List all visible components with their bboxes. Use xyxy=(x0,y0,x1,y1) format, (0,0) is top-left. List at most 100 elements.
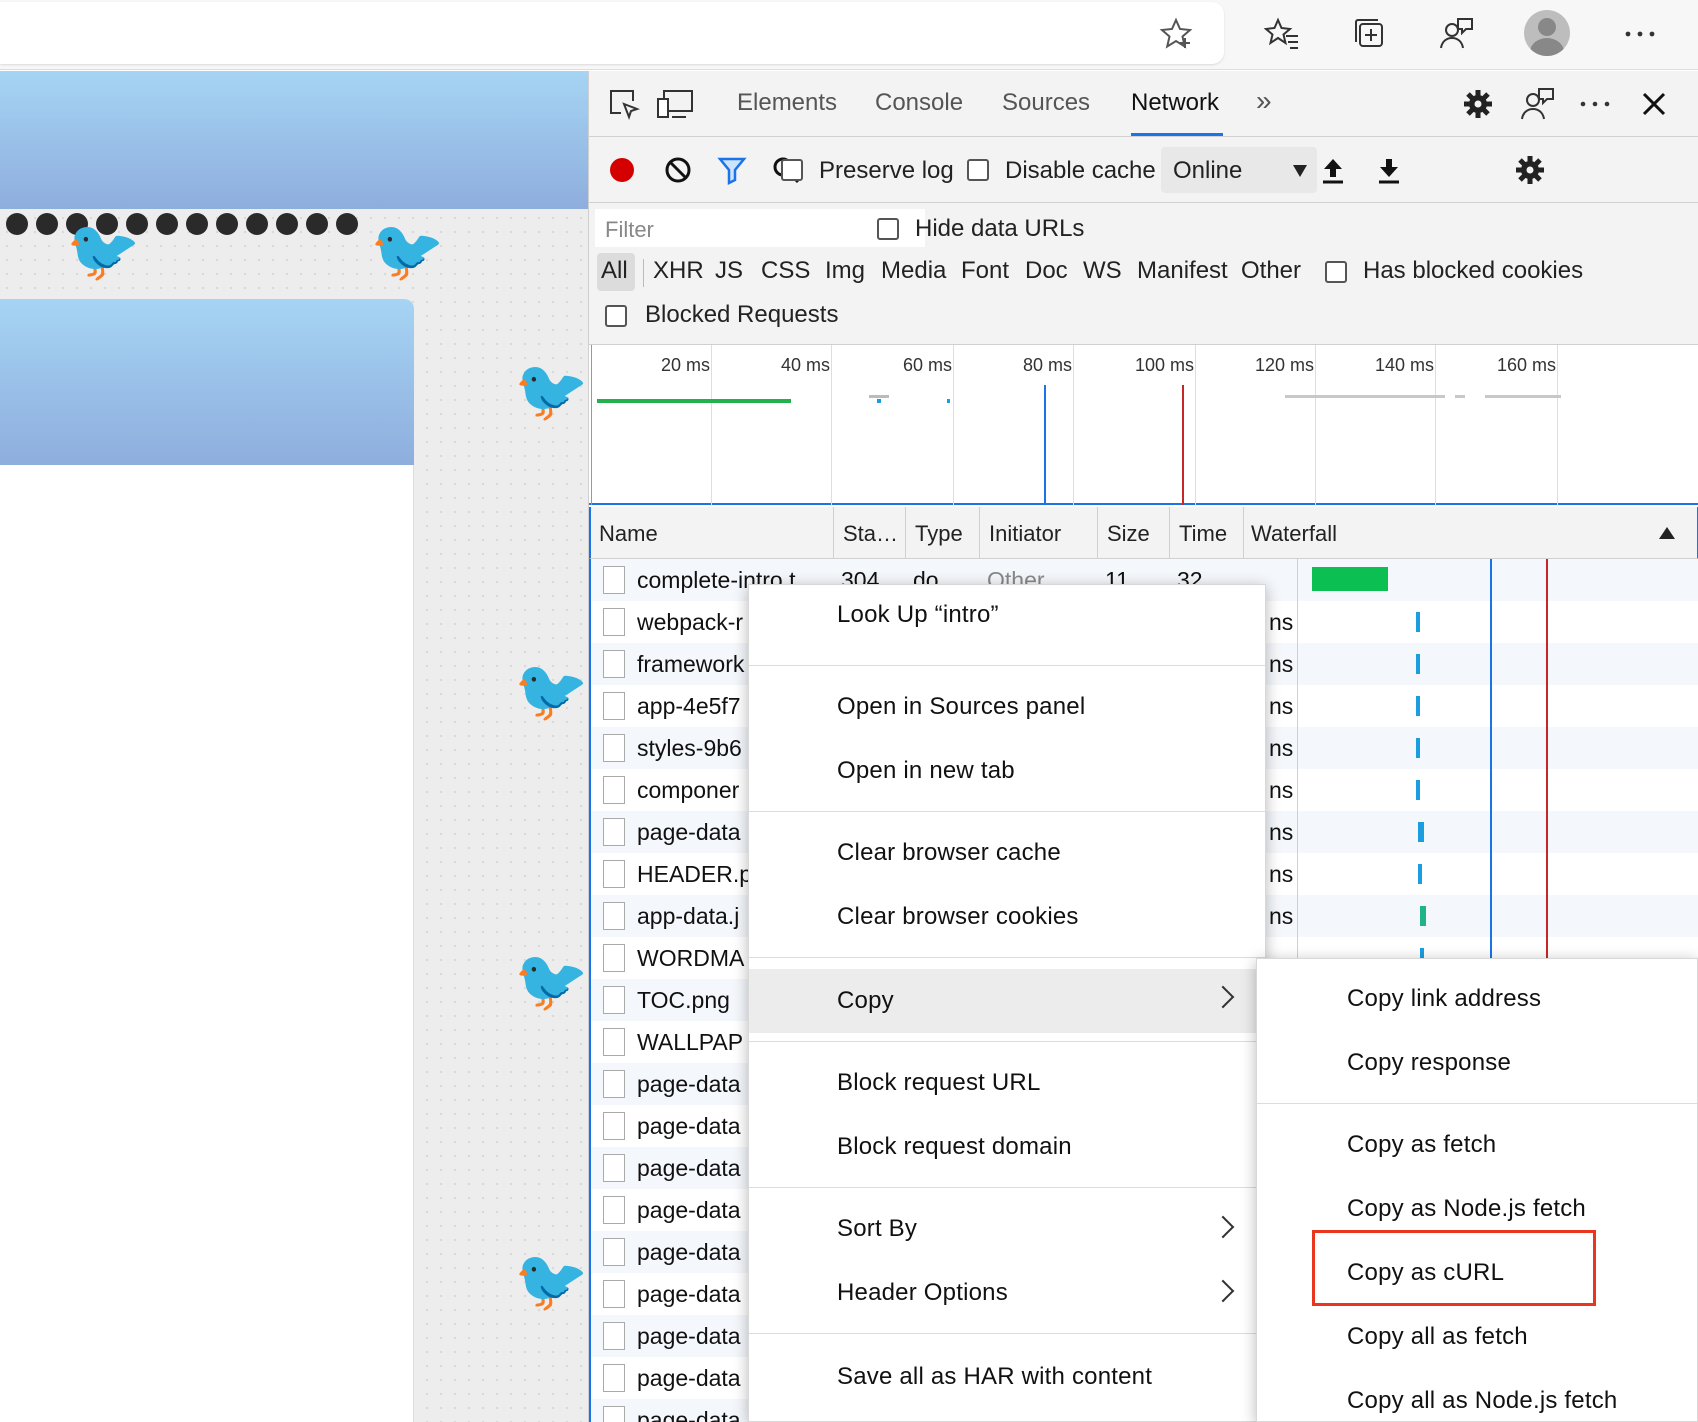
request-name: page-data xyxy=(637,1155,741,1181)
menu-item-copy-link-address[interactable]: Copy link address xyxy=(1257,969,1697,1029)
file-icon xyxy=(603,1028,625,1056)
file-icon xyxy=(603,1238,625,1266)
export-har-download-icon[interactable] xyxy=(1371,151,1407,189)
bird-illustration-icon: 🐦 xyxy=(514,657,588,724)
divider xyxy=(643,259,644,287)
record-button-icon[interactable] xyxy=(603,151,641,189)
request-time: ns xyxy=(1269,735,1294,761)
menu-item-copy-all-as-fetch[interactable]: Copy all as fetch xyxy=(1257,1307,1697,1367)
type-filter-all[interactable]: All xyxy=(601,257,628,285)
column-header-time[interactable]: Time xyxy=(1179,521,1227,547)
has-blocked-cookies-checkbox[interactable] xyxy=(1325,261,1347,283)
more-tabs-button[interactable]: » xyxy=(1256,85,1272,117)
timeline-bar xyxy=(1455,395,1465,398)
request-name: HEADER.p xyxy=(637,861,753,887)
timeline-tick: 40 ms xyxy=(781,355,831,375)
type-filter-img[interactable]: Img xyxy=(825,257,865,285)
timeline-bar xyxy=(877,399,881,403)
menu-item-block-request-url[interactable]: Block request URL xyxy=(749,1053,1265,1113)
column-header-name[interactable]: Name xyxy=(599,521,658,547)
request-name: app-data.j xyxy=(637,903,740,929)
menu-item-header-options[interactable]: Header Options xyxy=(749,1263,1265,1323)
timeline-gridline xyxy=(1195,345,1196,505)
device-toolbar-icon[interactable] xyxy=(655,85,695,123)
timeline-tick: 60 ms xyxy=(903,355,953,375)
menu-item-copy-as-fetch[interactable]: Copy as fetch xyxy=(1257,1115,1697,1175)
waterfall-bar xyxy=(1312,567,1388,591)
menu-item-open-in-sources[interactable]: Open in Sources panel xyxy=(749,677,1265,737)
profile-avatar[interactable] xyxy=(1524,10,1570,56)
type-filter-font[interactable]: Font xyxy=(961,257,1009,285)
menu-item-sort-by[interactable]: Sort By xyxy=(749,1199,1265,1259)
type-filter-media[interactable]: Media xyxy=(881,257,946,285)
favorites-icon[interactable] xyxy=(1262,14,1302,54)
preserve-log-checkbox[interactable] xyxy=(781,159,803,181)
request-time: ns xyxy=(1269,693,1294,719)
sort-ascending-icon[interactable] xyxy=(1659,527,1675,539)
column-header-status[interactable]: Sta… xyxy=(843,521,898,547)
throttling-select[interactable]: Online xyxy=(1161,147,1317,193)
timeline-bar xyxy=(947,399,950,403)
type-filter-doc[interactable]: Doc xyxy=(1025,257,1068,285)
menu-item-clear-cookies[interactable]: Clear browser cookies xyxy=(749,887,1265,947)
feedback-icon[interactable] xyxy=(1436,14,1476,54)
timeline-gridline xyxy=(1315,345,1316,505)
tab-console[interactable]: Console xyxy=(875,89,963,117)
menu-item-save-har[interactable]: Save all as HAR with content xyxy=(749,1347,1265,1407)
waterfall-bar xyxy=(1416,612,1420,632)
feedback-icon[interactable] xyxy=(1517,85,1557,123)
menu-item-copy[interactable]: Copy xyxy=(749,969,1265,1033)
blocked-requests-checkbox[interactable] xyxy=(605,305,627,327)
request-name: page-data xyxy=(637,1197,741,1223)
request-name: componer xyxy=(637,777,740,803)
chevron-right-icon xyxy=(1211,985,1235,1009)
disable-cache-checkbox[interactable] xyxy=(967,159,989,181)
filter-funnel-icon[interactable] xyxy=(713,151,751,189)
more-options-icon[interactable] xyxy=(1620,14,1660,54)
tab-elements[interactable]: Elements xyxy=(737,89,837,117)
menu-item-look-up[interactable]: Look Up “intro” xyxy=(749,585,1265,645)
type-filter-xhr[interactable]: XHR xyxy=(653,257,704,285)
column-header-type[interactable]: Type xyxy=(915,521,963,547)
menu-item-block-request-domain[interactable]: Block request domain xyxy=(749,1117,1265,1177)
waterfall-bar xyxy=(1420,906,1426,926)
disable-cache-label: Disable cache xyxy=(1005,157,1156,184)
column-header-waterfall[interactable]: Waterfall xyxy=(1251,521,1337,547)
waterfall-bar xyxy=(1418,822,1424,842)
type-filter-ws[interactable]: WS xyxy=(1083,257,1122,285)
network-settings-gear-icon[interactable] xyxy=(1511,151,1549,189)
file-icon xyxy=(603,944,625,972)
menu-item-copy-response[interactable]: Copy response xyxy=(1257,1033,1697,1093)
hide-data-urls-checkbox[interactable] xyxy=(877,218,899,240)
menu-item-clear-cache[interactable]: Clear browser cache xyxy=(749,823,1265,883)
clear-icon[interactable] xyxy=(659,151,697,189)
favorite-star-icon[interactable] xyxy=(1158,16,1194,52)
load-event-line xyxy=(1182,385,1184,505)
inspect-element-icon[interactable] xyxy=(605,85,643,123)
column-header-size[interactable]: Size xyxy=(1107,521,1150,547)
type-filter-other[interactable]: Other xyxy=(1241,257,1301,285)
waterfall-bar xyxy=(1416,654,1420,674)
collections-icon[interactable] xyxy=(1350,14,1390,54)
file-icon xyxy=(603,1406,625,1422)
type-filter-js[interactable]: JS xyxy=(715,257,743,285)
chevron-right-icon xyxy=(1211,1215,1235,1239)
file-icon xyxy=(603,1112,625,1140)
import-har-upload-icon[interactable] xyxy=(1315,151,1351,189)
tab-sources[interactable]: Sources xyxy=(1002,89,1090,117)
file-icon xyxy=(603,776,625,804)
address-bar[interactable] xyxy=(0,2,1224,64)
menu-item-copy-all-as-nodejs-fetch[interactable]: Copy all as Node.js fetch xyxy=(1257,1371,1697,1422)
column-header-initiator[interactable]: Initiator xyxy=(989,521,1061,547)
type-filter-manifest[interactable]: Manifest xyxy=(1137,257,1228,285)
request-time: ns xyxy=(1269,819,1294,845)
network-overview-timeline[interactable]: 20 ms 40 ms 60 ms 80 ms 100 ms 120 ms 14… xyxy=(589,345,1698,505)
menu-item-open-in-new-tab[interactable]: Open in new tab xyxy=(749,741,1265,801)
filter-input[interactable]: Filter xyxy=(595,209,925,247)
request-time: ns xyxy=(1269,609,1294,635)
settings-gear-icon[interactable] xyxy=(1459,85,1497,123)
close-icon[interactable] xyxy=(1635,85,1673,123)
more-options-icon[interactable] xyxy=(1575,85,1615,123)
tab-network[interactable]: Network xyxy=(1131,89,1219,117)
type-filter-css[interactable]: CSS xyxy=(761,257,810,285)
